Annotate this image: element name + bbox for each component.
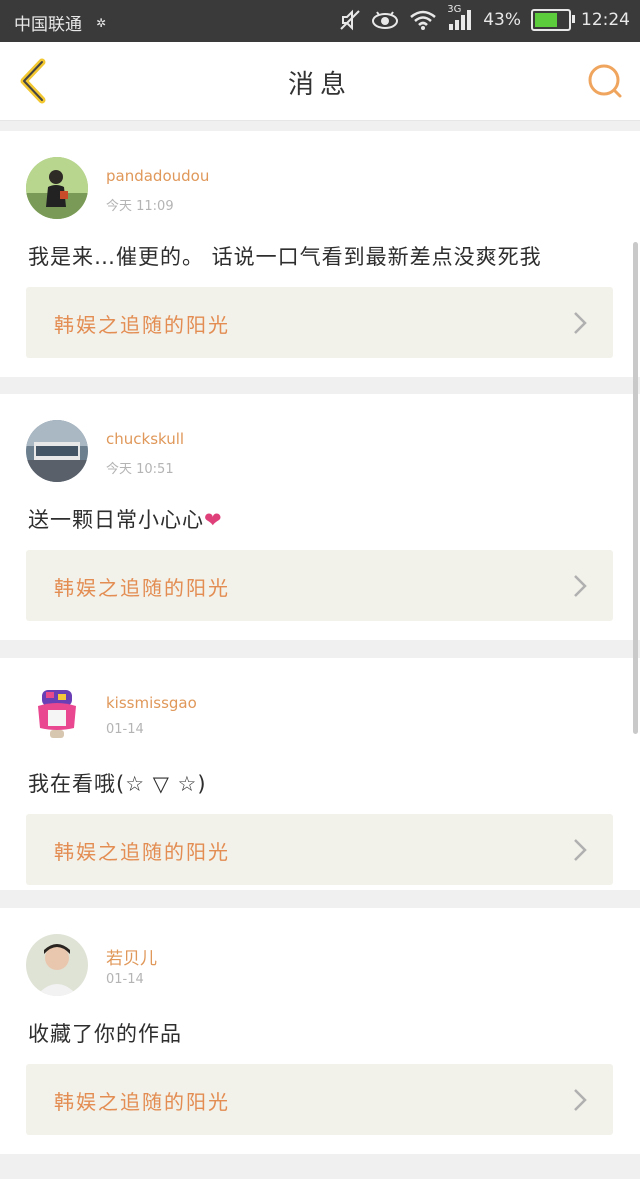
eye-icon [372,11,399,29]
wifi-icon [410,10,437,30]
work-title: 韩娱之追随的阳光 [54,1090,230,1114]
avatar[interactable] [26,420,88,482]
search-icon[interactable] [586,62,624,100]
username[interactable]: 若贝儿 [106,944,157,969]
avatar[interactable] [26,157,88,219]
mute-icon [340,9,360,31]
work-link[interactable]: 韩娱之追随的阳光 [26,287,613,358]
battery-percent: 43% [483,10,521,30]
scrollbar[interactable] [633,242,638,734]
network-type: 3G [447,4,462,15]
page-title: 消息 [287,70,352,100]
heart-emoji: ❤ [204,508,223,532]
message-time: 01-14 [106,972,144,987]
message-text: 收藏了你的作品 [28,1022,182,1046]
status-bar: 中国联通 ✲ 3G 43% 12:24 [0,0,640,42]
message-card: pandadoudou 今天 11:09 我是来…催更的。 话说一口气看到最新差… [0,131,640,377]
work-link[interactable]: 韩娱之追随的阳光 [26,550,613,621]
message-text-row: 送一颗日常小心心❤ [28,504,223,534]
carrier-name: 中国联通 [14,15,82,35]
avatar[interactable] [26,684,88,746]
message-time: 今天 10:51 [106,462,174,477]
notification-icon: ✲ [96,15,107,30]
username[interactable]: pandadoudou [106,167,209,185]
message-time: 01-14 [106,722,144,737]
work-title: 韩娱之追随的阳光 [54,313,230,337]
battery-icon [531,9,575,31]
chevron-right-icon [574,1089,587,1111]
signal-indicator: 3G [447,4,473,32]
message-card: kissmissgao 01-14 我在看哦(☆ ▽ ☆) 韩娱之追随的阳光 [0,658,640,890]
username[interactable]: chuckskull [106,430,184,448]
work-link[interactable]: 韩娱之追随的阳光 [26,814,613,885]
message-card: 若贝儿 01-14 收藏了你的作品 韩娱之追随的阳光 [0,908,640,1154]
header: 消息 [0,42,640,121]
chevron-right-icon [574,839,587,861]
message-text: 我是来…催更的。 话说一口气看到最新差点没爽死我 [28,245,542,269]
message-text: 送一颗日常小心心 [28,508,204,532]
message-time: 今天 11:09 [106,199,174,214]
chevron-right-icon [574,575,587,597]
work-title: 韩娱之追随的阳光 [54,840,230,864]
chevron-right-icon [574,312,587,334]
avatar[interactable] [26,934,88,996]
work-link[interactable]: 韩娱之追随的阳光 [26,1064,613,1135]
username[interactable]: kissmissgao [106,694,197,712]
clock: 12:24 [581,10,630,30]
message-card: chuckskull 今天 10:51 送一颗日常小心心❤ 韩娱之追随的阳光 [0,394,640,640]
work-title: 韩娱之追随的阳光 [54,576,230,600]
message-text: 我在看哦(☆ ▽ ☆) [28,772,207,796]
